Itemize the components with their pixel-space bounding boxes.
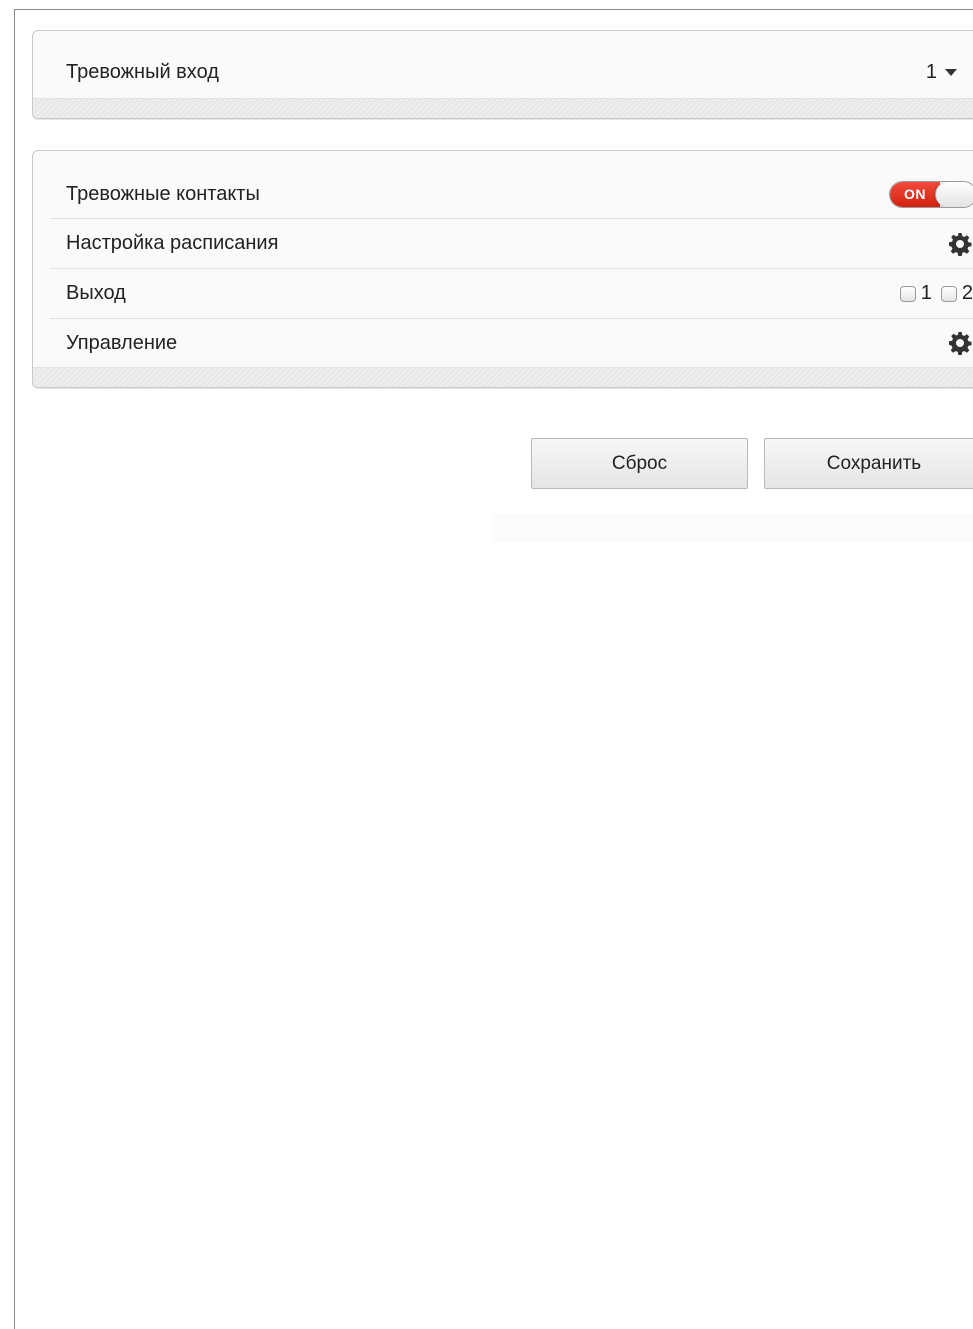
toggle-on-label: ON — [890, 181, 940, 207]
output-1-checkbox[interactable] — [899, 285, 916, 302]
output-2-checkbox[interactable] — [940, 285, 957, 302]
schedule-label: Настройка расписания — [66, 232, 279, 254]
alarm-input-label: Тревожный вход — [66, 61, 219, 83]
alarm-settings-panel: Тревожные контакты ON Настройка расписан… — [32, 150, 973, 388]
save-button[interactable]: Сохранить — [764, 438, 973, 489]
alarm-input-value: 1 — [925, 61, 937, 83]
gear-icon[interactable] — [947, 330, 973, 356]
alarm-contacts-row: Тревожные контакты ON — [50, 170, 973, 219]
alarm-input-row: Тревожный вход 1 — [50, 48, 973, 97]
schedule-row: Настройка расписания — [50, 219, 973, 269]
alarm-input-select[interactable]: 1 — [926, 61, 957, 84]
output-row: Выход 1 2 — [50, 269, 973, 319]
alarm-contacts-label: Тревожные контакты — [66, 182, 260, 205]
alarm-input-panel: Тревожный вход 1 — [32, 30, 973, 119]
output-options: 1 2 — [899, 282, 973, 305]
panel-footer-strip — [33, 98, 973, 118]
reset-button[interactable]: Сброс — [531, 438, 748, 489]
alarm-contacts-toggle[interactable]: ON — [889, 180, 973, 208]
control-row: Управление — [50, 319, 973, 367]
output-2-label: 2 — [961, 282, 973, 304]
toggle-knob — [935, 181, 973, 207]
output-label: Выход — [66, 282, 126, 304]
chevron-down-icon — [945, 69, 957, 76]
output-1-label: 1 — [920, 282, 932, 304]
control-label: Управление — [66, 331, 178, 354]
panel-footer-strip — [33, 367, 973, 387]
faint-divider-strip — [492, 514, 973, 542]
gear-icon[interactable] — [947, 231, 973, 257]
